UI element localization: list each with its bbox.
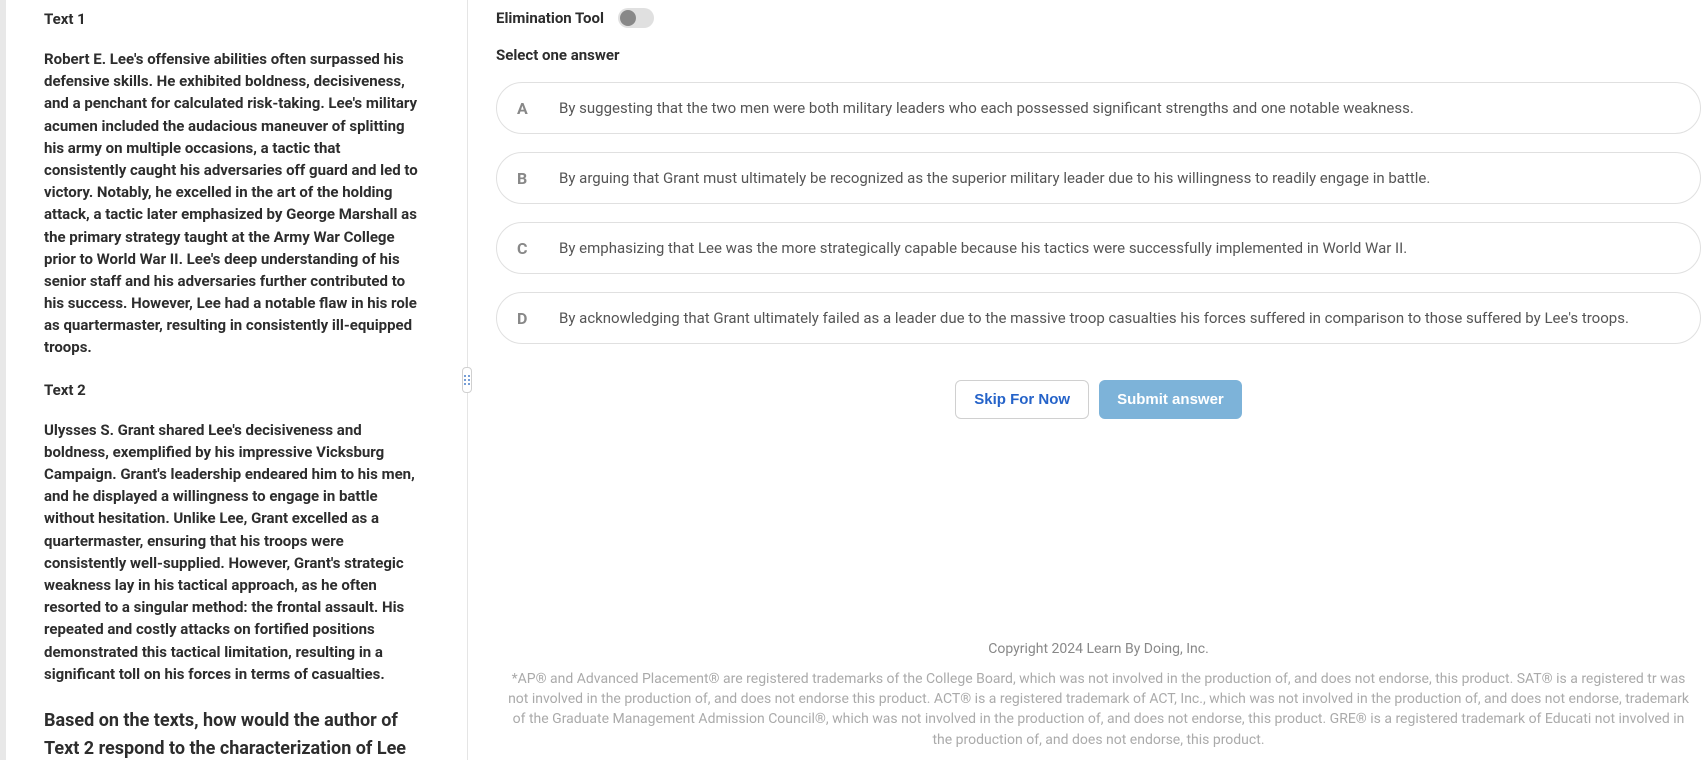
panel-divider <box>462 0 472 760</box>
elimination-tool-row: Elimination Tool <box>496 8 1701 28</box>
answer-text: By acknowledging that Grant ultimately f… <box>559 308 1629 329</box>
select-one-label: Select one answer <box>496 46 1701 64</box>
elimination-toggle[interactable] <box>618 8 654 28</box>
answer-text: By arguing that Grant must ultimately be… <box>559 168 1430 189</box>
submit-button[interactable]: Submit answer <box>1099 380 1242 419</box>
elimination-tool-label: Elimination Tool <box>496 9 604 27</box>
answer-letter: A <box>517 99 533 118</box>
answer-option-d[interactable]: D By acknowledging that Grant ultimately… <box>496 292 1701 344</box>
action-buttons: Skip For Now Submit answer <box>496 380 1701 419</box>
answer-option-c[interactable]: C By emphasizing that Lee was the more s… <box>496 222 1701 274</box>
answer-option-b[interactable]: B By arguing that Grant must ultimately … <box>496 152 1701 204</box>
answer-panel: Elimination Tool Select one answer A By … <box>472 0 1701 760</box>
text-2-heading: Text 2 <box>44 381 426 399</box>
passage-panel: Text 1 Robert E. Lee's offensive abiliti… <box>0 0 462 760</box>
answer-text: By emphasizing that Lee was the more str… <box>559 238 1407 259</box>
answer-letter: D <box>517 309 533 328</box>
text-2-body: Ulysses S. Grant shared Lee's decisivene… <box>44 419 426 685</box>
footer: Copyright 2024 Learn By Doing, Inc. *AP®… <box>496 501 1701 750</box>
skip-button[interactable]: Skip For Now <box>955 380 1089 419</box>
question-prompt: Based on the texts, how would the author… <box>44 707 426 760</box>
text-1-body: Robert E. Lee's offensive abilities ofte… <box>44 48 426 359</box>
answer-text: By suggesting that the two men were both… <box>559 98 1414 119</box>
resize-handle[interactable] <box>462 367 472 393</box>
toggle-knob <box>620 10 636 26</box>
drag-dots-icon <box>464 375 470 385</box>
answer-option-a[interactable]: A By suggesting that the two men were bo… <box>496 82 1701 134</box>
footer-copyright: Copyright 2024 Learn By Doing, Inc. <box>496 641 1701 657</box>
footer-legal-text: *AP® and Advanced Placement® are registe… <box>496 669 1701 750</box>
text-1-heading: Text 1 <box>44 10 426 28</box>
answer-letter: C <box>517 239 533 258</box>
answer-letter: B <box>517 169 533 188</box>
answer-list: A By suggesting that the two men were bo… <box>496 82 1701 344</box>
